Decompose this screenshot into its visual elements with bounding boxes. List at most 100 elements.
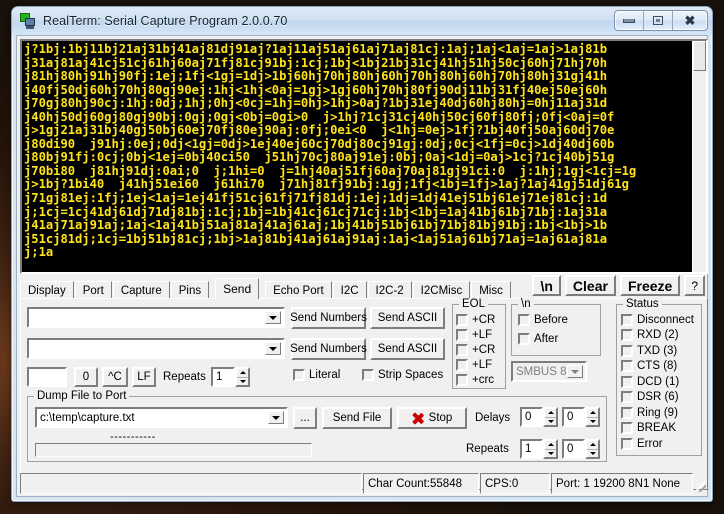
status-checkbox[interactable] [621,344,633,357]
status-dsr-6--row[interactable]: DSR (6) [621,390,701,406]
literal-checkbox-row[interactable]: Literal [293,369,340,381]
status-error-row[interactable]: Error [621,436,701,452]
stepper-down-icon[interactable] [587,450,598,458]
newline-button[interactable]: \n [532,275,561,296]
freeze-button[interactable]: Freeze [619,275,681,296]
toolbar-buttons: \n Clear Freeze ? [532,275,705,296]
newline-after-checkbox[interactable] [518,333,530,345]
scrollbar-thumb[interactable] [693,41,706,71]
eol-checkbox[interactable] [456,328,468,341]
stepper-down-icon[interactable] [587,418,598,426]
literal-checkbox[interactable] [293,369,305,381]
send-char-input[interactable] [27,367,67,387]
status-txd-3--row[interactable]: TXD (3) [621,343,701,359]
send-numbers-2-button[interactable]: Send Numbers [290,338,367,360]
delay-1-stepper[interactable] [543,407,558,427]
status-checkbox[interactable] [621,406,633,419]
dump-file-path-combo[interactable]: c:\temp\capture.txt [35,407,288,428]
stepper-down-icon[interactable] [545,450,556,458]
send-zero-button[interactable]: 0 [74,367,98,387]
send-ctrlc-button[interactable]: ^C [102,367,128,387]
status-checkbox[interactable] [621,313,633,326]
send-ascii-1-button[interactable]: Send ASCII [370,307,445,329]
eol-checkbox[interactable] [456,343,468,356]
repeats-stepper[interactable] [235,367,250,387]
send-string-2-combo[interactable] [27,338,285,359]
eol-checkbox[interactable] [456,313,468,326]
maximize-button[interactable] [644,11,673,30]
terminal-output[interactable]: j?1bj:1bj11bj21aj31bj41aj81dj91aj?1aj11a… [22,41,692,272]
computer-monitor-icon [20,13,36,29]
tab-i2c[interactable]: I2C [332,281,367,299]
tab-display[interactable]: Display [20,281,74,299]
status-checkbox[interactable] [621,360,633,373]
strip-spaces-checkbox[interactable] [362,369,374,381]
status-cts-8--row[interactable]: CTS (8) [621,359,701,375]
send-ascii-2-button[interactable]: Send ASCII [370,338,445,360]
tab-i2cmisc[interactable]: I2CMisc [412,281,471,299]
chevron-down-icon[interactable] [567,365,583,378]
stepper-up-icon[interactable] [587,409,598,418]
eol--lf-row[interactable]: +LF [456,357,505,372]
tab-misc[interactable]: Misc [471,281,511,299]
newline-before-row[interactable]: Before [518,314,568,326]
resize-grip[interactable] [694,473,708,494]
dump-repeats-1-stepper[interactable] [543,439,558,459]
crc-type-combo[interactable]: SMBUS 8 [511,361,587,382]
send-lf-button[interactable]: LF [132,367,156,387]
stepper-down-icon[interactable] [237,378,248,386]
stepper-up-icon[interactable] [545,441,556,450]
browse-file-button[interactable]: ... [293,407,317,429]
help-button[interactable]: ? [684,275,705,296]
tab-pins[interactable]: Pins [170,281,210,299]
tab-i2c-2[interactable]: I2C-2 [367,281,412,299]
repeats-input[interactable]: 1 [211,367,235,387]
close-button[interactable]: ✖ [673,11,707,30]
status-dcd-1--row[interactable]: DCD (1) [621,374,701,390]
strip-spaces-checkbox-row[interactable]: Strip Spaces [362,369,443,381]
send-file-button[interactable]: Send File [322,407,392,429]
status-rxd-2--row[interactable]: RXD (2) [621,328,701,344]
tab-echo-port[interactable]: Echo Port [265,281,332,299]
terminal-scrollbar[interactable] [692,41,706,272]
stepper-down-icon[interactable] [545,418,556,426]
status-checkbox[interactable] [621,422,633,435]
status-checkbox[interactable] [621,329,633,342]
delay-2-input[interactable]: 0 [562,407,585,427]
dump-repeats-1-input[interactable]: 1 [520,439,543,459]
stepper-up-icon[interactable] [237,369,248,378]
chevron-down-icon[interactable] [268,411,284,424]
eol-checkbox[interactable] [456,358,468,371]
eol--cr-row[interactable]: +CR [456,342,505,357]
status-ring-9--row[interactable]: Ring (9) [621,405,701,421]
tab-port[interactable]: Port [74,281,112,299]
status-checkbox[interactable] [621,437,633,450]
tab-send[interactable]: Send [215,278,260,299]
send-numbers-1-button[interactable]: Send Numbers [290,307,367,329]
status-checkbox[interactable] [621,375,633,388]
status-break-row[interactable]: BREAK [621,421,701,437]
delay-1-input[interactable]: 0 [520,407,543,427]
eol-checkbox[interactable] [456,373,468,386]
dump-repeats-2-stepper[interactable] [585,439,600,459]
stop-button[interactable]: Stop [397,407,467,429]
eol--cr-row[interactable]: +CR [456,312,505,327]
tab-capture[interactable]: Capture [112,281,170,299]
send-zero-label: 0 [82,371,90,383]
chevron-down-icon[interactable] [265,311,281,324]
delay-2-stepper[interactable] [585,407,600,427]
minimize-button[interactable] [615,11,644,30]
eol--crc-row[interactable]: +crc [456,372,505,387]
chevron-down-icon[interactable] [265,342,281,355]
send-string-1-combo[interactable] [27,307,285,328]
dump-repeats-2-input[interactable]: 0 [562,439,585,459]
status-disconnect-row[interactable]: Disconnect [621,312,701,328]
status-checkbox[interactable] [621,391,633,404]
status-label: Disconnect [637,313,694,326]
clear-button[interactable]: Clear [564,275,616,296]
eol--lf-row[interactable]: +LF [456,327,505,342]
newline-after-row[interactable]: After [518,333,558,345]
newline-before-checkbox[interactable] [518,314,530,326]
stepper-up-icon[interactable] [587,441,598,450]
stepper-up-icon[interactable] [545,409,556,418]
